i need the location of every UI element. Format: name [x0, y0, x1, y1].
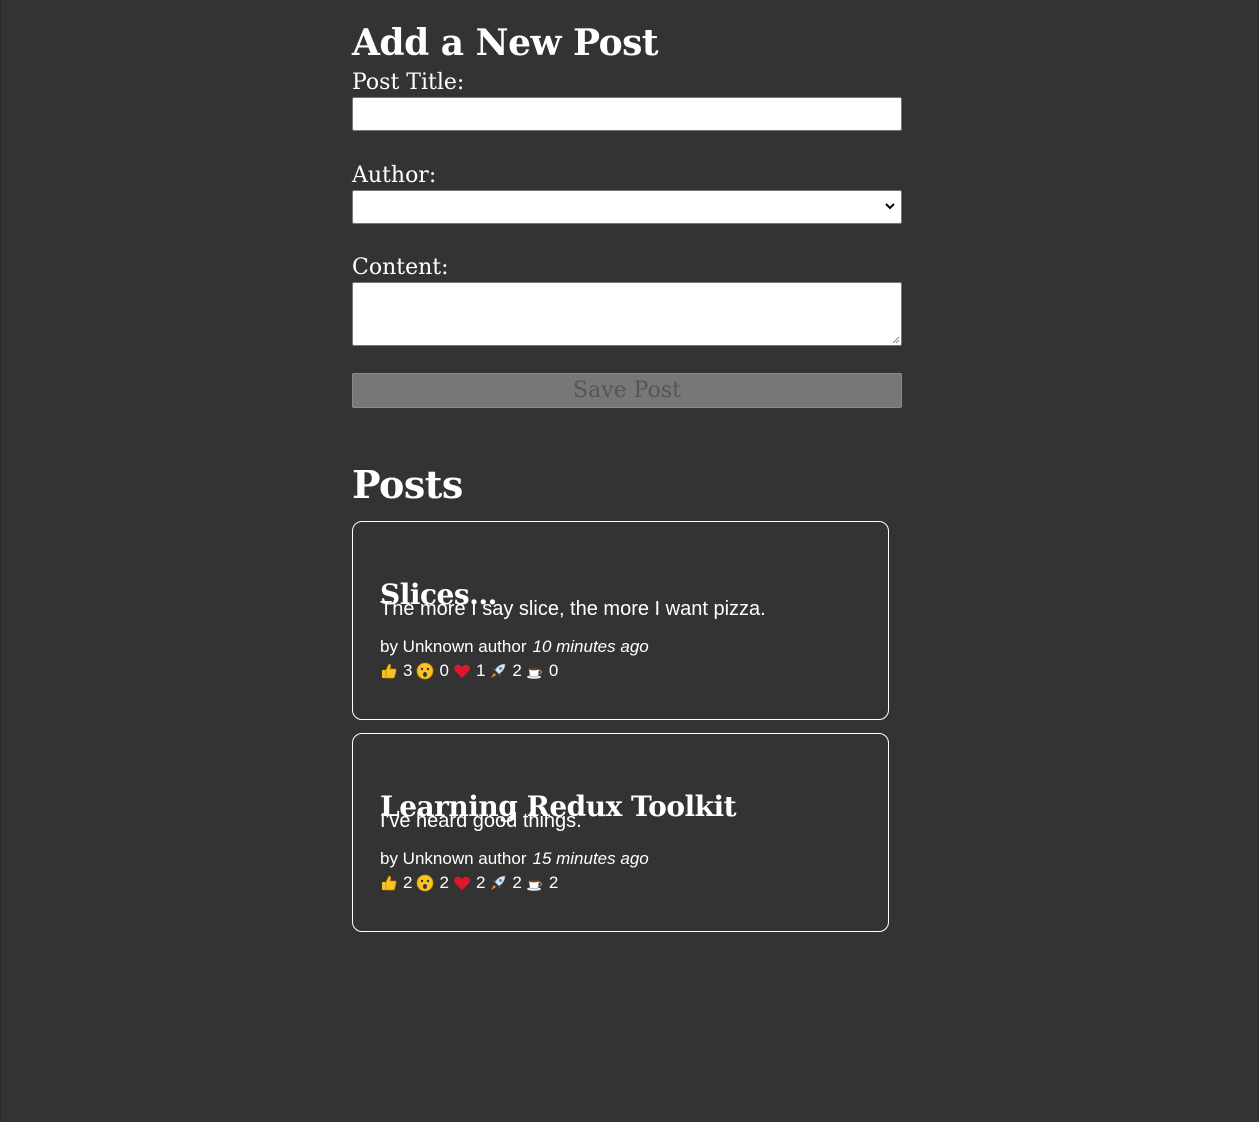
posts-heading: Posts — [352, 462, 463, 507]
author-select[interactable] — [352, 190, 902, 224]
reaction-thumbs-up-button[interactable]: 2 — [380, 872, 412, 894]
reaction-wow-button[interactable]: 2 — [416, 872, 449, 894]
coffee-icon — [526, 879, 542, 891]
reaction-count: 2 — [403, 873, 413, 892]
reaction-wow-button[interactable]: 0 — [416, 660, 449, 682]
reaction-count: 2 — [512, 661, 522, 680]
post-timestamp: 10 minutes ago — [532, 637, 649, 656]
heart-icon — [454, 876, 470, 890]
reaction-rocket-button[interactable]: 2 — [489, 872, 522, 894]
reaction-count: 0 — [548, 661, 559, 680]
reaction-count: 2 — [512, 873, 522, 892]
post-card: Slices... The more I say slice, the more… — [352, 521, 889, 720]
coffee-icon — [526, 667, 542, 679]
post-title-input[interactable] — [352, 97, 902, 131]
post-meta: by Unknown author 10 minutes ago — [380, 636, 649, 658]
post-card: Learning Redux Toolkit I've heard good t… — [352, 733, 889, 932]
reaction-heart-button[interactable]: 2 — [453, 872, 485, 894]
reaction-count: 2 — [548, 873, 559, 892]
reaction-buttons: 3 0 1 2 0 — [380, 660, 562, 682]
rocket-icon — [491, 663, 506, 678]
reaction-count: 0 — [439, 661, 449, 680]
reaction-count: 2 — [475, 873, 486, 892]
wow-face-icon — [417, 662, 434, 680]
chevron-down-icon — [885, 203, 895, 210]
content-label: Content: — [352, 255, 449, 280]
reaction-count: 2 — [439, 873, 449, 892]
reaction-coffee-button[interactable]: 2 — [526, 872, 558, 894]
post-excerpt: The more I say slice, the more I want pi… — [380, 598, 766, 620]
post-author: by Unknown author — [380, 637, 527, 656]
thumbs-up-icon — [382, 875, 397, 891]
post-excerpt: I've heard good things. — [380, 810, 582, 832]
post-timestamp: 15 minutes ago — [532, 849, 649, 868]
reaction-count: 1 — [475, 661, 486, 680]
rocket-icon — [491, 875, 506, 890]
left-edge — [0, 0, 1, 1122]
content-textarea[interactable] — [352, 282, 902, 346]
reaction-count: 3 — [403, 661, 413, 680]
reaction-buttons: 2 2 2 2 2 — [380, 872, 562, 894]
reaction-coffee-button[interactable]: 0 — [526, 660, 558, 682]
reaction-rocket-button[interactable]: 2 — [489, 660, 522, 682]
post-meta: by Unknown author 15 minutes ago — [380, 848, 649, 870]
author-label: Author: — [352, 163, 437, 188]
post-author: by Unknown author — [380, 849, 527, 868]
reaction-heart-button[interactable]: 1 — [453, 660, 485, 682]
resize-grip-icon[interactable] — [890, 334, 900, 344]
heart-icon — [454, 664, 470, 678]
form-heading: Add a New Post — [352, 22, 659, 64]
wow-face-icon — [417, 874, 434, 892]
reaction-thumbs-up-button[interactable]: 3 — [380, 660, 412, 682]
post-title-label: Post Title: — [352, 70, 465, 95]
save-post-button[interactable]: Save Post — [352, 373, 902, 408]
thumbs-up-icon — [382, 663, 397, 679]
